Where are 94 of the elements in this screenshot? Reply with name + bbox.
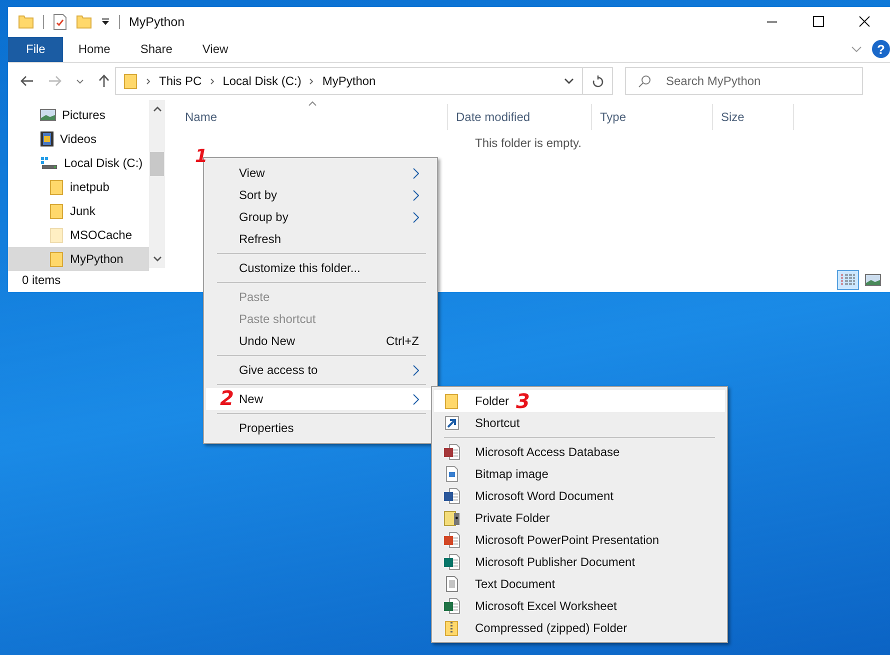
zipped-folder-icon xyxy=(444,620,460,636)
menu-item[interactable]: Group by xyxy=(206,206,435,228)
ribbon-tab[interactable]: Share xyxy=(125,36,188,62)
folder-icon xyxy=(50,227,64,244)
details-list-icon xyxy=(840,273,856,288)
sort-caret-icon xyxy=(308,101,317,106)
shortcut-label: Ctrl+Z xyxy=(386,334,419,348)
expand-ribbon-chevron-icon[interactable] xyxy=(851,46,862,53)
back-arrow-icon[interactable] xyxy=(20,75,34,88)
dropdown-chevron-icon[interactable] xyxy=(564,78,574,84)
nav-item[interactable]: Pictures xyxy=(8,103,149,128)
document-icon xyxy=(444,554,460,570)
nav-item[interactable]: MSOCache xyxy=(8,223,149,248)
document-icon xyxy=(444,444,460,460)
scroll-thumb[interactable] xyxy=(150,152,164,176)
refresh-icon xyxy=(592,74,604,88)
menu-item[interactable]: Microsoft Excel Worksheet xyxy=(434,595,725,617)
refresh-button[interactable] xyxy=(583,67,613,96)
picture-icon xyxy=(865,274,881,286)
empty-folder-message: This folder is empty. xyxy=(475,136,582,150)
annotation-number: 2 xyxy=(220,388,234,408)
nav-label: Pictures xyxy=(62,108,106,122)
nav-label: Junk xyxy=(70,204,96,218)
nav-item[interactable]: Local Disk (C:) xyxy=(8,151,149,176)
annotation-number: 1 xyxy=(195,148,208,166)
pictures-icon xyxy=(40,109,56,122)
properties-icon[interactable] xyxy=(53,14,67,30)
locked-folder-icon xyxy=(444,510,460,526)
document-icon xyxy=(444,598,460,614)
nav-label: inetpub xyxy=(70,180,110,194)
menu-item[interactable]: Compressed (zipped) Folder xyxy=(434,617,725,639)
document-icon xyxy=(444,488,460,504)
menu-item[interactable]: Microsoft Publisher Document xyxy=(434,551,725,573)
nav-item[interactable]: Videos xyxy=(8,127,149,152)
recent-chevron-icon[interactable] xyxy=(76,78,84,84)
ribbon-tab[interactable]: Home xyxy=(63,36,126,62)
film-icon xyxy=(40,131,54,148)
breadcrumb[interactable]: MyPython xyxy=(322,74,376,88)
menu-item[interactable]: Private Folder xyxy=(434,507,725,529)
item-count: 0 items xyxy=(22,273,61,288)
nav-item[interactable]: inetpub xyxy=(8,175,149,200)
search-icon xyxy=(638,75,651,88)
breadcrumb[interactable]: This PC xyxy=(159,74,202,88)
column-header[interactable]: Type xyxy=(592,104,713,130)
document-icon xyxy=(444,532,460,548)
menu-item[interactable]: Refresh xyxy=(206,228,435,250)
menu-item[interactable]: Microsoft PowerPoint Presentation xyxy=(434,529,725,551)
menu-item[interactable]: Shortcut xyxy=(434,412,725,434)
menu-item[interactable]: Customize this folder... xyxy=(206,257,435,279)
menu-item[interactable]: Sort by xyxy=(206,184,435,206)
scroll-up-icon[interactable] xyxy=(152,106,162,112)
menu-item[interactable]: Text Document xyxy=(434,573,725,595)
folder-icon xyxy=(124,73,138,90)
nav-label: Local Disk (C:) xyxy=(64,156,143,170)
nav-label: Videos xyxy=(60,132,96,146)
column-header[interactable]: Size xyxy=(713,104,794,130)
text-file-icon xyxy=(444,576,460,592)
up-arrow-icon[interactable] xyxy=(98,74,110,88)
menu-item[interactable]: Undo New Ctrl+Z xyxy=(206,330,435,352)
breadcrumb-chevron-icon[interactable] xyxy=(309,78,314,85)
breadcrumb-chevron-icon[interactable] xyxy=(146,78,151,85)
menu-item[interactable]: Properties xyxy=(206,417,435,439)
annotation-number: 3 xyxy=(516,391,530,411)
nav-item[interactable]: MyPython xyxy=(8,247,149,272)
customize-caret-icon[interactable] xyxy=(101,17,110,26)
menu-item[interactable]: Microsoft Word Document xyxy=(434,485,725,507)
breadcrumb[interactable]: Local Disk (C:) xyxy=(222,74,302,88)
ribbon-tab[interactable]: File xyxy=(8,36,64,62)
window-title: MyPython xyxy=(129,14,185,29)
nav-label: MSOCache xyxy=(70,228,132,242)
column-header[interactable]: Name xyxy=(177,104,448,130)
folder-icon xyxy=(50,203,64,220)
search-field[interactable]: Search MyPython xyxy=(625,67,863,96)
column-header[interactable]: Date modified xyxy=(448,104,592,130)
close-icon[interactable] xyxy=(859,16,870,28)
help-button[interactable]: ? xyxy=(872,40,890,58)
folder-icon xyxy=(50,179,64,196)
scroll-down-icon[interactable] xyxy=(152,256,162,262)
details-view-button[interactable] xyxy=(837,270,859,290)
image-file-icon xyxy=(444,466,460,482)
scrollbar[interactable] xyxy=(149,100,165,268)
ribbon-tab[interactable]: View xyxy=(187,36,244,62)
nav-label: MyPython xyxy=(70,252,124,266)
address-bar[interactable]: This PC Local Disk (C:) MyPython xyxy=(115,67,583,96)
folder-icon xyxy=(50,251,64,268)
folder-icon xyxy=(444,393,460,409)
maximize-icon[interactable] xyxy=(813,16,824,28)
menu-item[interactable]: Give access to xyxy=(206,359,435,381)
nav-item[interactable]: Junk xyxy=(8,199,149,224)
menu-item[interactable]: Bitmap image xyxy=(434,463,725,485)
menu-item[interactable]: View xyxy=(206,162,435,184)
drive-icon xyxy=(40,156,58,170)
menu-item[interactable]: Microsoft Access Database xyxy=(434,441,725,463)
breadcrumb-chevron-icon[interactable] xyxy=(210,78,215,85)
